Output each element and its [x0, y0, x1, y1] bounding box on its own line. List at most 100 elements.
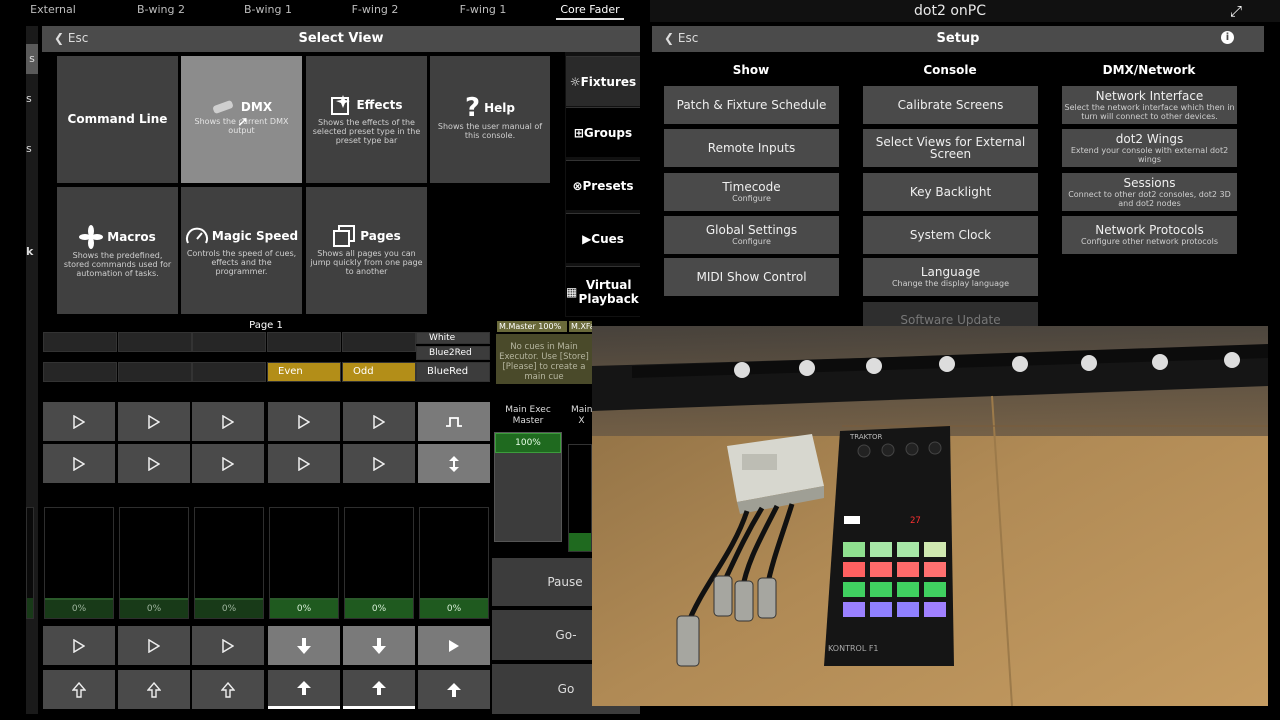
tab-external[interactable]: External: [16, 0, 90, 20]
expand-icon[interactable]: ⤢: [1230, 2, 1242, 20]
info-icon[interactable]: i: [1221, 31, 1234, 44]
network-interface-button[interactable]: Network Interface Select the network inte…: [1062, 86, 1237, 124]
up-arrow-icon: [447, 682, 461, 697]
tile-title: Effects: [356, 98, 403, 112]
down-button[interactable]: [268, 626, 340, 665]
side-groups-button[interactable]: ⊞ Groups: [566, 107, 640, 157]
left-mark-1[interactable]: s: [26, 44, 38, 74]
main-xfader-label: M.XFader 0.0%: [569, 321, 592, 332]
play-button[interactable]: [192, 626, 264, 665]
fader[interactable]: 0%: [194, 507, 264, 619]
play-button[interactable]: [268, 402, 340, 441]
fader-value: 0%: [195, 598, 263, 618]
play-button[interactable]: [43, 402, 115, 441]
play-button[interactable]: [43, 626, 115, 665]
go-button[interactable]: [418, 626, 490, 665]
fader-partial[interactable]: [26, 507, 34, 619]
cursor-icon: ➚: [237, 114, 249, 130]
fader[interactable]: 0%: [344, 507, 414, 619]
network-protocols-button[interactable]: Network Protocols Configure other network…: [1062, 216, 1237, 254]
play-button[interactable]: [118, 626, 190, 665]
play-button[interactable]: [343, 444, 415, 483]
play-button[interactable]: [118, 444, 190, 483]
play-button[interactable]: [268, 444, 340, 483]
remote-inputs-button[interactable]: Remote Inputs: [664, 129, 839, 167]
executor-cell[interactable]: [342, 332, 416, 352]
global-settings-button[interactable]: Global Settings Configure: [664, 216, 839, 254]
side-virtual-playback-button[interactable]: ▦ Virtual Playback: [566, 266, 640, 316]
main-exec-master-fader[interactable]: 100%: [494, 432, 562, 542]
tile-pages[interactable]: Pages Shows all pages you can jump quick…: [306, 187, 427, 314]
up-button[interactable]: [43, 670, 115, 709]
fader[interactable]: 0%: [269, 507, 339, 619]
sessions-button[interactable]: Sessions Connect to other dot2 consoles, …: [1062, 173, 1237, 211]
executor-even-cell[interactable]: Even: [267, 362, 341, 382]
tile-macros[interactable]: Macros Shows the predefined, stored comm…: [57, 187, 178, 314]
tab-b-wing-1[interactable]: B-wing 1: [231, 0, 305, 20]
tile-magic-speed[interactable]: Magic Speed Controls the speed of cues, …: [181, 187, 302, 314]
side-label: Cues: [591, 231, 624, 246]
executor-odd-cell[interactable]: Odd: [342, 362, 416, 382]
tab-core-fader[interactable]: Core Fader: [556, 0, 624, 20]
up-button[interactable]: [192, 670, 264, 709]
up-button[interactable]: [418, 670, 490, 709]
software-update-button[interactable]: Software Update: [863, 302, 1038, 326]
device-model: KONTROL F1: [828, 644, 879, 653]
executor-cell[interactable]: [267, 332, 341, 352]
fader[interactable]: 0%: [419, 507, 489, 619]
up-button[interactable]: [343, 670, 415, 709]
play-icon: [148, 414, 160, 429]
up-button[interactable]: [268, 670, 340, 709]
tab-f-wing-2[interactable]: F-wing 2: [338, 0, 412, 20]
temp-button[interactable]: [418, 444, 490, 483]
up-button[interactable]: [118, 670, 190, 709]
dmx-icon: [213, 100, 233, 114]
play-button[interactable]: [192, 444, 264, 483]
midi-show-control-button[interactable]: MIDI Show Control: [664, 258, 839, 296]
side-cues-button[interactable]: ▶ Cues: [566, 213, 640, 263]
tab-b-wing-2[interactable]: B-wing 2: [124, 0, 198, 20]
dot2-wings-button[interactable]: dot2 Wings Extend your console with exter…: [1062, 129, 1237, 167]
preset-bluered-cell[interactable]: BlueRed: [416, 362, 490, 382]
patch-fixture-schedule-button[interactable]: Patch & Fixture Schedule: [664, 86, 839, 124]
up-arrow-outline-icon: [72, 681, 86, 698]
executor-cell[interactable]: [43, 332, 117, 352]
side-fixtures-button[interactable]: ☼ Fixtures: [566, 56, 640, 106]
calibrate-screens-button[interactable]: Calibrate Screens: [863, 86, 1038, 124]
executor-cell[interactable]: [43, 362, 117, 382]
tile-dmx[interactable]: DMX Shows the current DMX output ➚: [181, 56, 302, 183]
fader[interactable]: 0%: [44, 507, 114, 619]
tile-help[interactable]: ? Help Shows the user manual of this con…: [430, 56, 550, 183]
tile-title: Help: [484, 101, 515, 115]
down-button[interactable]: [343, 626, 415, 665]
play-button[interactable]: [118, 402, 190, 441]
tile-effects[interactable]: Effects Shows the effects of the selecte…: [306, 56, 427, 183]
executor-cell[interactable]: [118, 362, 192, 382]
play-button[interactable]: [192, 402, 264, 441]
fader[interactable]: 0%: [119, 507, 189, 619]
fader-value: 0%: [120, 598, 188, 618]
system-clock-button[interactable]: System Clock: [863, 216, 1038, 254]
select-views-external-screen-button[interactable]: Select Views for External Screen: [863, 129, 1038, 167]
button-label: Network Interface: [1095, 88, 1204, 103]
key-backlight-button[interactable]: Key Backlight: [863, 173, 1038, 211]
language-button[interactable]: Language Change the display language: [863, 258, 1038, 296]
executor-cell[interactable]: [192, 362, 266, 382]
tile-command-line[interactable]: Command Line: [57, 56, 178, 183]
flash-button[interactable]: [418, 402, 490, 441]
executor-cell[interactable]: [192, 332, 266, 352]
main-x-fader[interactable]: [568, 444, 592, 552]
play-icon: [373, 414, 385, 429]
flash-icon: [446, 416, 462, 427]
play-button[interactable]: [343, 402, 415, 441]
tab-f-wing-1[interactable]: F-wing 1: [446, 0, 520, 20]
executor-cell[interactable]: [118, 332, 192, 352]
tab-bar: External B-wing 2 B-wing 1 F-wing 2 F-wi…: [0, 0, 645, 20]
timecode-button[interactable]: Timecode Configure: [664, 173, 839, 211]
cell-label: Even: [278, 366, 303, 377]
side-presets-button[interactable]: ⊗ Presets: [566, 160, 640, 210]
play-button[interactable]: [43, 444, 115, 483]
left-mark-3: s: [26, 142, 32, 155]
preset-blue2red-cell[interactable]: Blue2Red: [416, 346, 490, 360]
preset-white-cell[interactable]: White: [416, 332, 490, 344]
